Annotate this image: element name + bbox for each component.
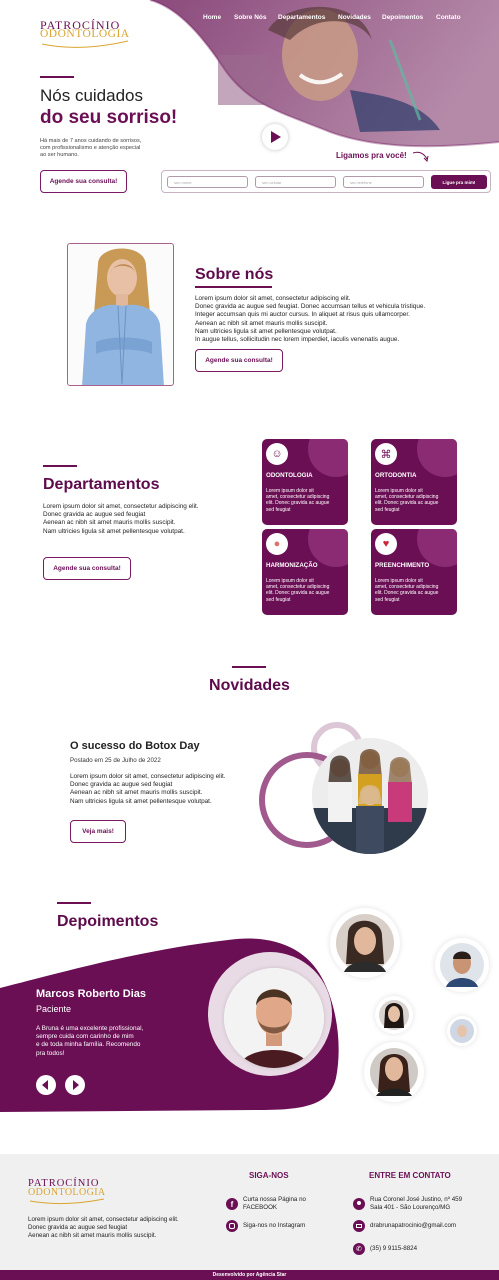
nav-novidades[interactable]: Novidades <box>338 14 371 21</box>
face-icon: ● <box>266 533 288 555</box>
department-card-harmonizacao[interactable]: ● HARMONIZAÇÃO Lorem ipsum dolor sit ame… <box>262 529 348 615</box>
braces-icon: ⌘ <box>375 443 397 465</box>
hero-cta-button[interactable]: Agende sua consulta! <box>40 170 127 193</box>
news-photo <box>312 738 428 854</box>
testimonial-role: Paciente <box>36 1004 72 1014</box>
nav-home[interactable]: Home <box>203 14 221 21</box>
about-title: Sobre nós <box>195 266 274 283</box>
card-title: ORTODONTIA <box>375 472 417 479</box>
nav-sobre-nos[interactable]: Sobre Nós <box>234 14 267 21</box>
facebook-label: Curta nossa Página no FACEBOOK <box>243 1196 306 1211</box>
testimonial-thumb-3[interactable] <box>375 996 413 1034</box>
footer-logo-bottom: ODONTOLOGIA <box>28 1187 106 1198</box>
team-photo <box>312 738 428 854</box>
arrow-right-icon <box>73 1080 79 1090</box>
about-accent-bar <box>195 286 272 288</box>
testimonial-thumb-1[interactable] <box>330 908 400 978</box>
testimonial-next-button[interactable] <box>65 1075 85 1095</box>
card-text: Lorem ipsum dolor sit amet, consectetur … <box>266 578 330 603</box>
testimonial-thumb-5[interactable] <box>364 1042 424 1102</box>
testimonial-thumb-4[interactable] <box>447 1016 477 1046</box>
departments-title: Departamentos <box>43 476 160 493</box>
card-text: Lorem ipsum dolor sit amet, consectetur … <box>375 488 439 513</box>
nav-depoimentos[interactable]: Depoimentos <box>382 14 423 21</box>
doctor-portrait <box>82 248 164 385</box>
department-card-preenchimento[interactable]: ♥ PREENCHIMENTO Lorem ipsum dolor sit am… <box>371 529 457 615</box>
card-title: PREENCHIMENTO <box>375 562 430 569</box>
facebook-icon: f <box>226 1198 238 1210</box>
hero-title-line2: do seu sorriso! <box>40 107 178 128</box>
footer-phone[interactable]: ✆ (35) 9 9115-8824 <box>353 1243 493 1257</box>
nav-departamentos[interactable]: Departamentos <box>278 14 325 21</box>
play-icon <box>271 131 281 143</box>
email-text: drabrunapatrocinio@gmail.com <box>370 1222 457 1229</box>
departments-text: Lorem ipsum dolor sit amet, consectetur … <box>43 503 199 535</box>
footer-address: Rua Coronel José Justino, nº 459 Sala 40… <box>353 1196 493 1214</box>
logo-swoosh-icon <box>29 1198 105 1205</box>
main-nav: Home Sobre Nós Departamentos Novidades D… <box>0 0 499 30</box>
card-decoration <box>417 439 457 477</box>
footer-contact-title: ENTRE EM CONTATO <box>369 1171 451 1180</box>
whatsapp-icon: ✆ <box>353 1243 365 1255</box>
news-section-title: Novidades <box>209 677 290 694</box>
news-post-title: O sucesso do Botox Day <box>70 740 200 752</box>
hero-description: Há mais de 7 anos cuidando de sorrisos, … <box>40 138 142 158</box>
card-title: HARMONIZAÇÃO <box>266 562 318 569</box>
footer-logo[interactable]: PATROCÍNIO ODONTOLOGIA <box>28 1178 108 1208</box>
testimonial-quote: A Bruna é uma excelente profissional, se… <box>36 1025 144 1057</box>
callback-submit-button[interactable]: Ligue pra mim! <box>431 175 487 189</box>
footer-about-text: Lorem ipsum dolor sit amet, consectetur … <box>28 1216 179 1239</box>
arrow-down-icon <box>412 151 429 163</box>
email-icon <box>353 1220 365 1232</box>
card-text: Lorem ipsum dolor sit amet, consectetur … <box>266 488 330 513</box>
departments-accent-bar <box>43 465 77 467</box>
testimonials-title: Depoimentos <box>57 913 159 930</box>
news-post-text: Lorem ipsum dolor sit amet, consectetur … <box>70 773 226 805</box>
lips-icon: ♥ <box>375 533 397 555</box>
card-text: Lorem ipsum dolor sit amet, consectetur … <box>375 578 439 603</box>
footer-email[interactable]: drabrunapatrocinio@gmail.com <box>353 1220 493 1234</box>
testimonial-avatar <box>224 968 324 1068</box>
callback-phone-field[interactable]: seu telefone <box>343 176 424 188</box>
credits-text: Desenvolvido por Agência Star <box>212 1272 287 1278</box>
footer-facebook-link[interactable]: f Curta nossa Página no FACEBOOK <box>226 1196 326 1214</box>
testimonial-thumb-2[interactable] <box>435 938 489 992</box>
about-text: Lorem ipsum dolor sit amet, consectetur … <box>195 295 426 344</box>
testimonials-accent-bar <box>57 902 91 904</box>
instagram-icon <box>226 1220 238 1232</box>
callback-title: Ligamos pra você! <box>336 151 407 160</box>
hero-title-line1: Nós cuidados <box>40 86 144 105</box>
departments-cta-button[interactable]: Agende sua consulta! <box>43 557 131 580</box>
department-card-odontologia[interactable]: ☺ ODONTOLOGIA Lorem ipsum dolor sit amet… <box>262 439 348 525</box>
address-text: Rua Coronel José Justino, nº 459 Sala 40… <box>370 1196 463 1211</box>
tooth-icon: ☺ <box>266 443 288 465</box>
card-decoration <box>308 439 348 477</box>
footer-credits-bar: Desenvolvido por Agência Star <box>0 1270 499 1280</box>
phone-text: (35) 9 9115-8824 <box>370 1245 418 1252</box>
news-post-date: Postado em 25 de Julho de 2022 <box>70 757 161 764</box>
hero-accent-bar <box>40 76 74 78</box>
logo-swoosh-icon <box>41 40 129 48</box>
arrow-left-icon <box>42 1080 48 1090</box>
footer-follow-title: SIGA-NOS <box>249 1171 289 1180</box>
instagram-label: Siga-nos no Instagram <box>243 1222 306 1229</box>
testimonial-prev-button[interactable] <box>36 1075 56 1095</box>
location-pin-icon <box>353 1198 365 1210</box>
hero-section: PATROCÍNIO ODONTOLOGIA Home Sobre Nós De… <box>0 0 499 200</box>
news-read-more-button[interactable]: Veja mais! <box>70 820 126 843</box>
testimonial-name: Marcos Roberto Dias <box>36 988 147 1000</box>
about-cta-button[interactable]: Agende sua consulta! <box>195 349 283 372</box>
nav-contato[interactable]: Contato <box>436 14 461 21</box>
department-card-ortodontia[interactable]: ⌘ ORTODONTIA Lorem ipsum dolor sit amet,… <box>371 439 457 525</box>
video-play-button[interactable] <box>262 124 288 150</box>
about-photo <box>67 243 174 386</box>
callback-name-field[interactable]: seu nome <box>167 176 248 188</box>
footer-instagram-link[interactable]: Siga-nos no Instagram <box>226 1220 326 1234</box>
news-accent-bar <box>232 666 266 668</box>
card-title: ODONTOLOGIA <box>266 472 313 479</box>
callback-mobile-field[interactable]: seu celular <box>255 176 336 188</box>
